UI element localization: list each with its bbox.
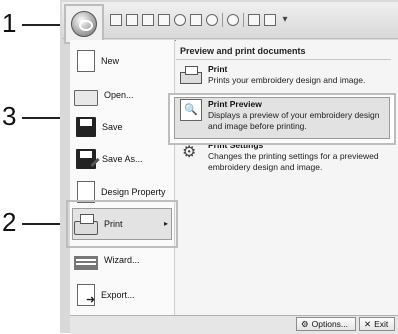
- menu-item-open[interactable]: Open...: [74, 80, 174, 110]
- undo-icon[interactable]: [248, 14, 260, 26]
- menu-item-label: Open...: [104, 90, 134, 100]
- open-icon[interactable]: [142, 14, 154, 26]
- menu-item-save[interactable]: Save: [74, 112, 174, 142]
- menu-item-label: Save: [102, 122, 123, 132]
- redo-icon[interactable]: [264, 14, 276, 26]
- callout-1: 1: [2, 8, 17, 38]
- menu-item-label: Wizard...: [104, 255, 140, 265]
- menu-item-label: Export...: [101, 290, 135, 300]
- save-as-icon: [76, 149, 96, 169]
- application-button-highlight: [64, 4, 104, 44]
- new-document-icon: [77, 50, 95, 72]
- record-icon[interactable]: [174, 14, 186, 26]
- gear-icon: ⚙: [301, 318, 309, 329]
- quick-access-icons: ▾: [110, 12, 290, 28]
- wizard-icon: [74, 256, 98, 270]
- callout-3: 3: [2, 101, 17, 131]
- menu-item-print[interactable]: Print: [74, 209, 174, 239]
- print-icon: [74, 214, 98, 235]
- submenu-item-desc: Displays a preview of your embroidery de…: [208, 110, 380, 131]
- menu-item-label: Print: [104, 219, 123, 229]
- separator: [222, 13, 223, 27]
- options-button[interactable]: ⚙ Options...: [296, 317, 356, 331]
- close-icon: ✕: [364, 318, 372, 329]
- callout-line-1: [22, 24, 64, 26]
- submenu-item-desc: Changes the printing settings for a prev…: [208, 151, 379, 172]
- submenu-heading: Preview and print documents: [176, 44, 391, 60]
- export-icon: [77, 284, 95, 306]
- menu-item-label: Design Property: [101, 187, 166, 197]
- application-menu-button[interactable]: [71, 11, 97, 37]
- new-icon[interactable]: [126, 14, 138, 26]
- exit-label: Exit: [374, 319, 389, 329]
- target-icon[interactable]: [206, 14, 218, 26]
- separator: [243, 13, 244, 27]
- exit-button[interactable]: ✕ Exit: [359, 317, 395, 331]
- zoom-icon[interactable]: [227, 14, 239, 26]
- callout-2: 2: [2, 207, 17, 237]
- layout-icon[interactable]: [110, 14, 122, 26]
- submenu-item-title: Print: [208, 64, 228, 74]
- submenu-item-print-preview[interactable]: Print Preview Displays a preview of your…: [180, 99, 394, 132]
- print-preview-icon: [180, 99, 202, 121]
- menu-item-label: New: [101, 56, 120, 66]
- save-icon[interactable]: [158, 14, 170, 26]
- menu-item-export[interactable]: Export...: [74, 280, 174, 310]
- menu-item-label: Save As...: [102, 154, 143, 164]
- submenu-item-title: Print Preview: [208, 99, 262, 109]
- menu-item-wizard[interactable]: Wizard...: [74, 245, 174, 275]
- print-icon: [180, 66, 202, 84]
- menu-item-save-as[interactable]: Save As...: [74, 144, 174, 174]
- submenu-item-print[interactable]: Print Prints your embroidery design and …: [180, 64, 394, 86]
- save-icon: [76, 117, 96, 137]
- menu-item-new[interactable]: New: [74, 46, 174, 76]
- options-label: Options...: [311, 319, 349, 329]
- open-folder-icon: [74, 90, 98, 106]
- customize-qat-icon[interactable]: ▾: [280, 14, 290, 26]
- submenu-item-desc: Prints your embroidery design and image.: [208, 75, 366, 85]
- submenu-arrow-icon: ▸: [164, 219, 169, 228]
- sew-icon[interactable]: [190, 14, 202, 26]
